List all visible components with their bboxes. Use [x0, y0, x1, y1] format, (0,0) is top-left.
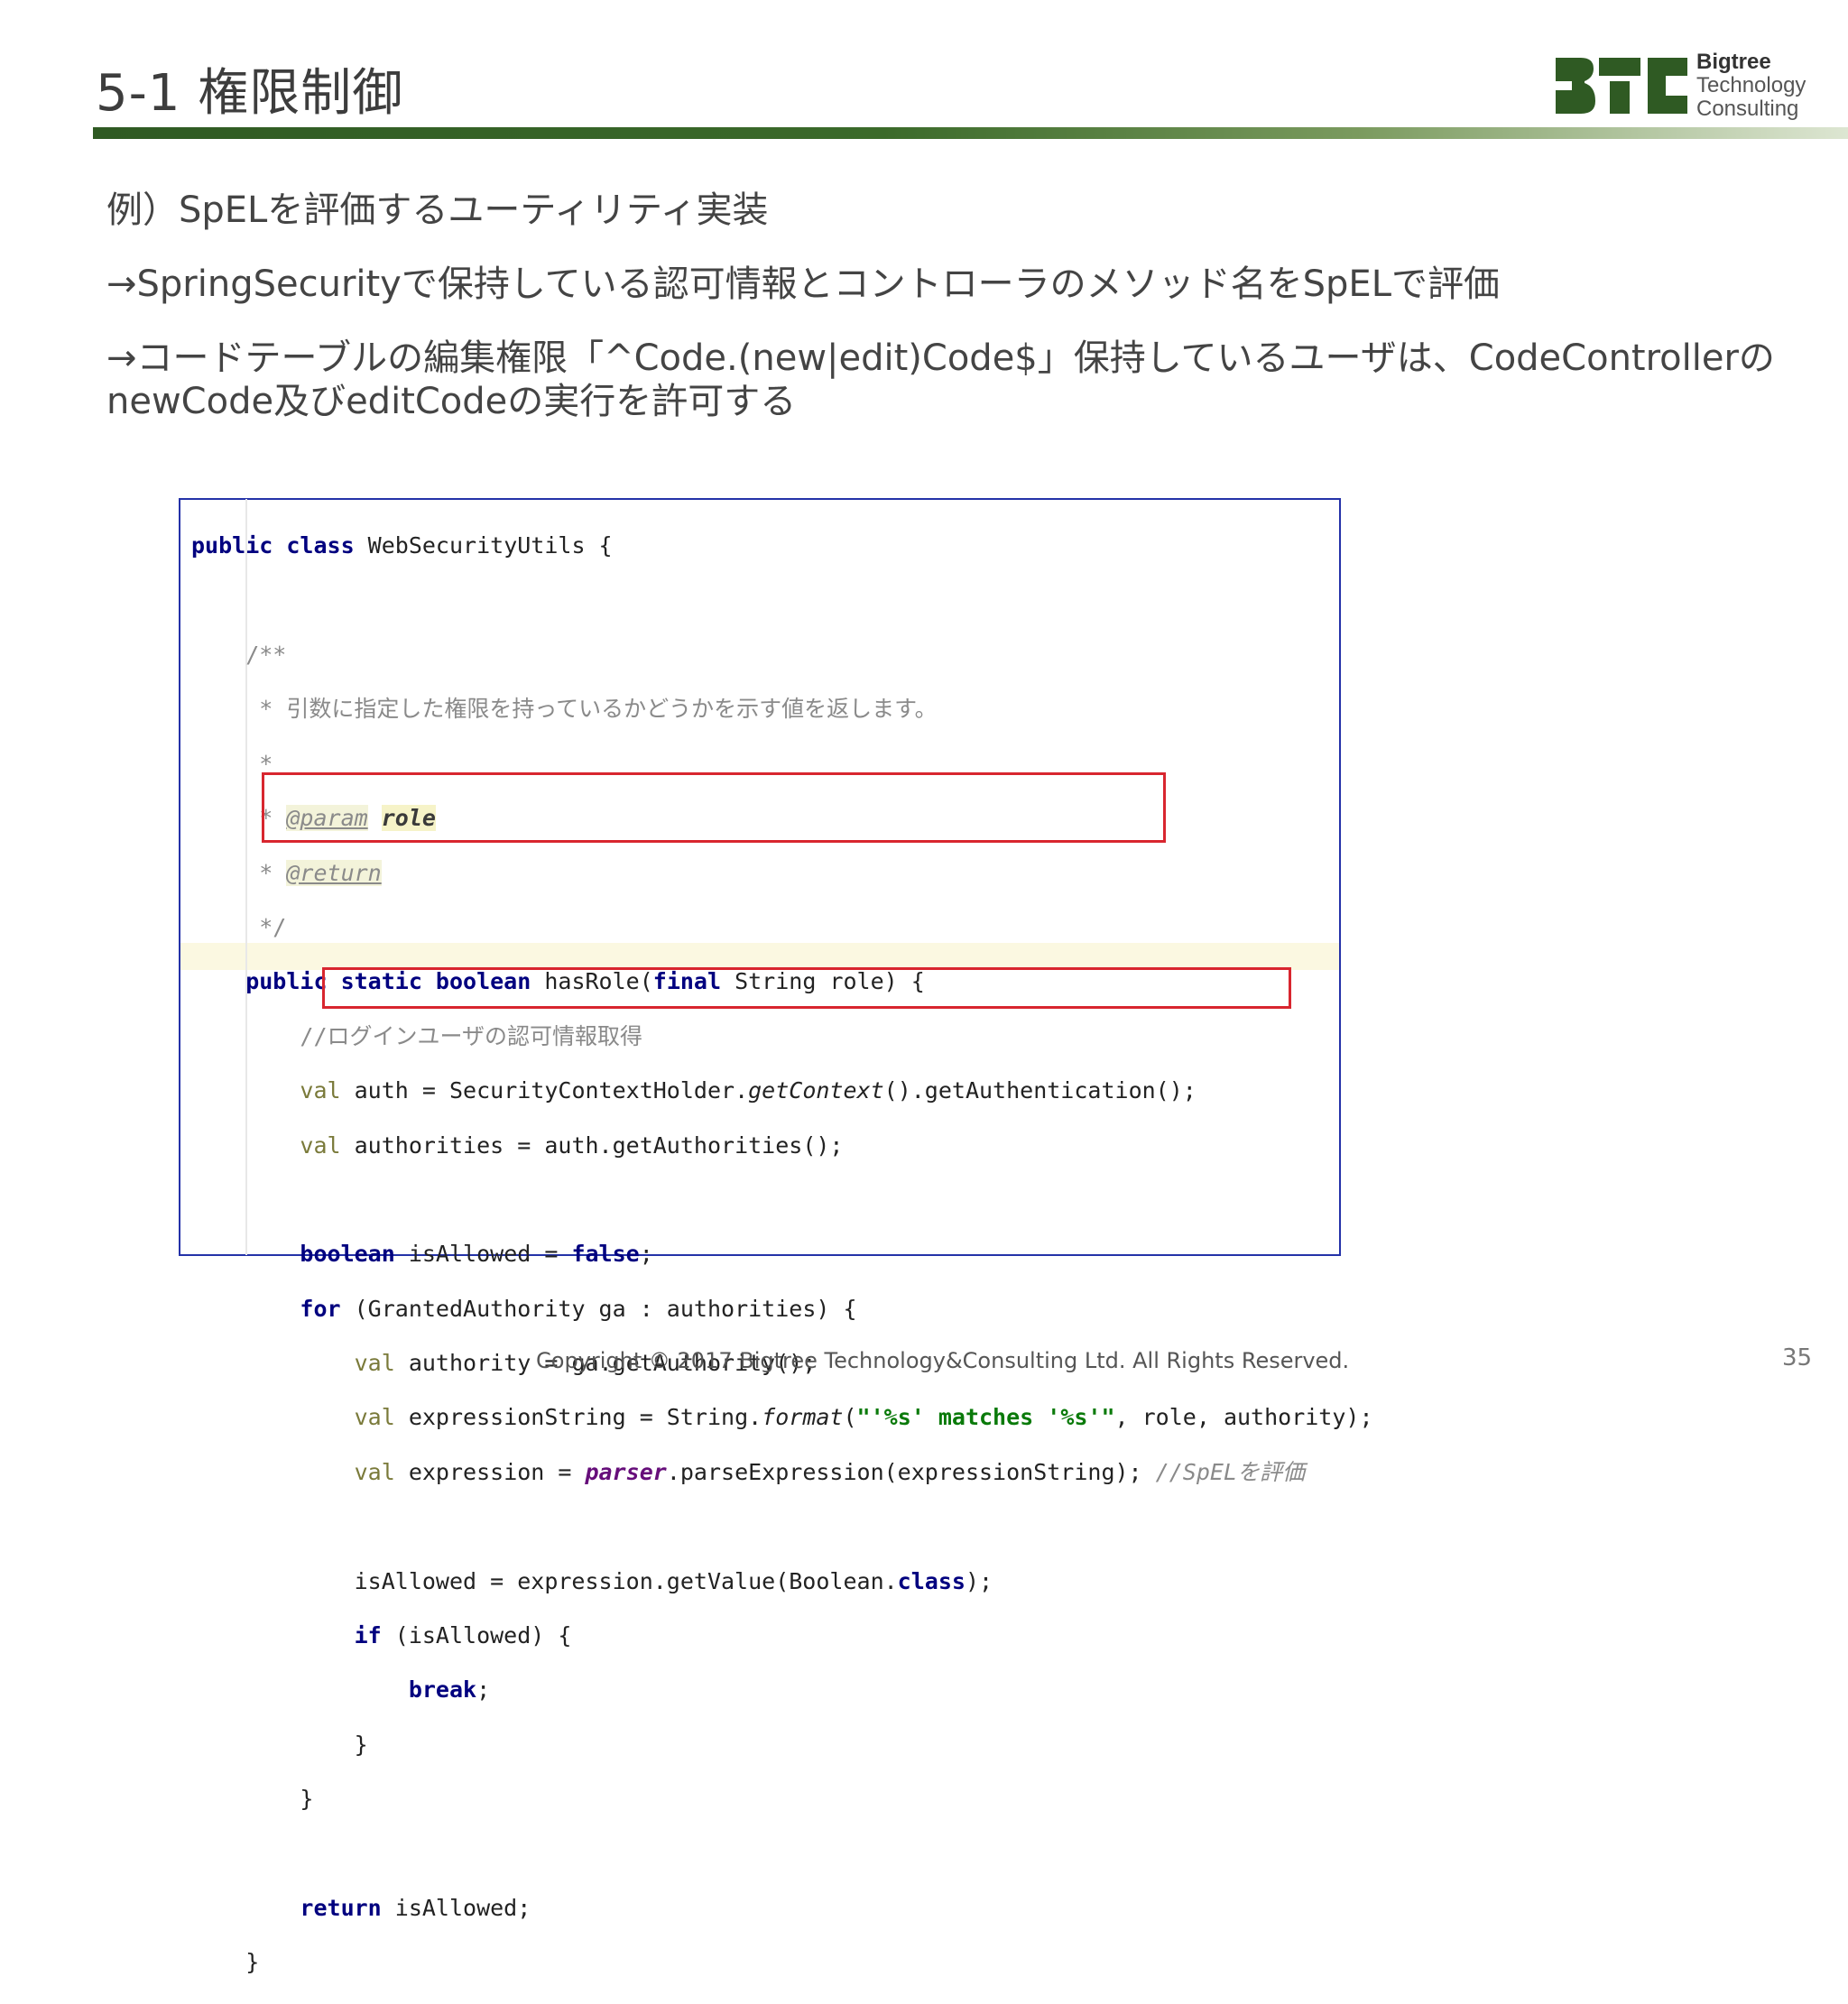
code-line: /** [191, 641, 287, 668]
code-line: val expression = parser.parseExpression(… [191, 1458, 1305, 1485]
logo-line-technology: Technology [1696, 73, 1806, 97]
code-line: return isAllowed; [191, 1894, 531, 1921]
paragraph-code-permission: →コードテーブルの編集権限「^Code.(new|edit)Code$」保持して… [106, 337, 1775, 379]
paragraph-spel-eval: →SpringSecurityで保持している認可情報とコントローラのメソッド名を… [106, 263, 1500, 305]
copyright-footer: Copyright © 2017 Bigtree Technology&Cons… [536, 1348, 1350, 1373]
logo-wordmark: Bigtree Technology Consulting [1696, 51, 1806, 121]
paragraph-example: 例）SpELを評価するユーティリティ実装 [106, 189, 769, 231]
code-line: val expressionString = String.format("'%… [191, 1404, 1373, 1431]
code-line: break; [191, 1676, 491, 1704]
code-line: boolean isAllowed = false; [191, 1241, 653, 1268]
code-line: } [191, 1731, 368, 1758]
highlight-box-expression [322, 967, 1291, 1009]
code-line: } [191, 1786, 314, 1813]
code-block: public class WebSecurityUtils { /** * 引数… [191, 505, 1373, 2004]
code-line: public class WebSecurityUtils { [191, 532, 613, 559]
code-line: if (isAllowed) { [191, 1622, 572, 1649]
slide-title: 5-1 権限制御 [96, 64, 404, 123]
logo-line-bigtree: Bigtree [1696, 50, 1771, 74]
paragraph-code-permission-cont: newCode及びeditCodeの実行を許可する [106, 381, 797, 422]
logo-line-consulting: Consulting [1696, 97, 1799, 121]
code-line: * @return [191, 859, 382, 886]
highlight-box-auth [262, 772, 1166, 843]
code-line: } [191, 1949, 260, 1976]
code-line: val auth = SecurityContextHolder.getCont… [191, 1077, 1197, 1104]
page-number: 35 [1782, 1344, 1813, 1371]
company-logo: Bigtree Technology Consulting [1554, 51, 1825, 123]
title-divider [93, 127, 1848, 139]
code-line: * 引数に指定した権限を持っているかどうかを示す値を返します。 [191, 696, 938, 723]
code-line: //ログインユーザの認可情報取得 [191, 1022, 643, 1049]
code-line: */ [191, 913, 287, 940]
btc-logo-icon [1556, 58, 1687, 114]
code-line: val authorities = auth.getAuthorities(); [191, 1131, 844, 1159]
code-line: for (GrantedAuthority ga : authorities) … [191, 1295, 857, 1322]
code-line: isAllowed = expression.getValue(Boolean.… [191, 1567, 993, 1594]
